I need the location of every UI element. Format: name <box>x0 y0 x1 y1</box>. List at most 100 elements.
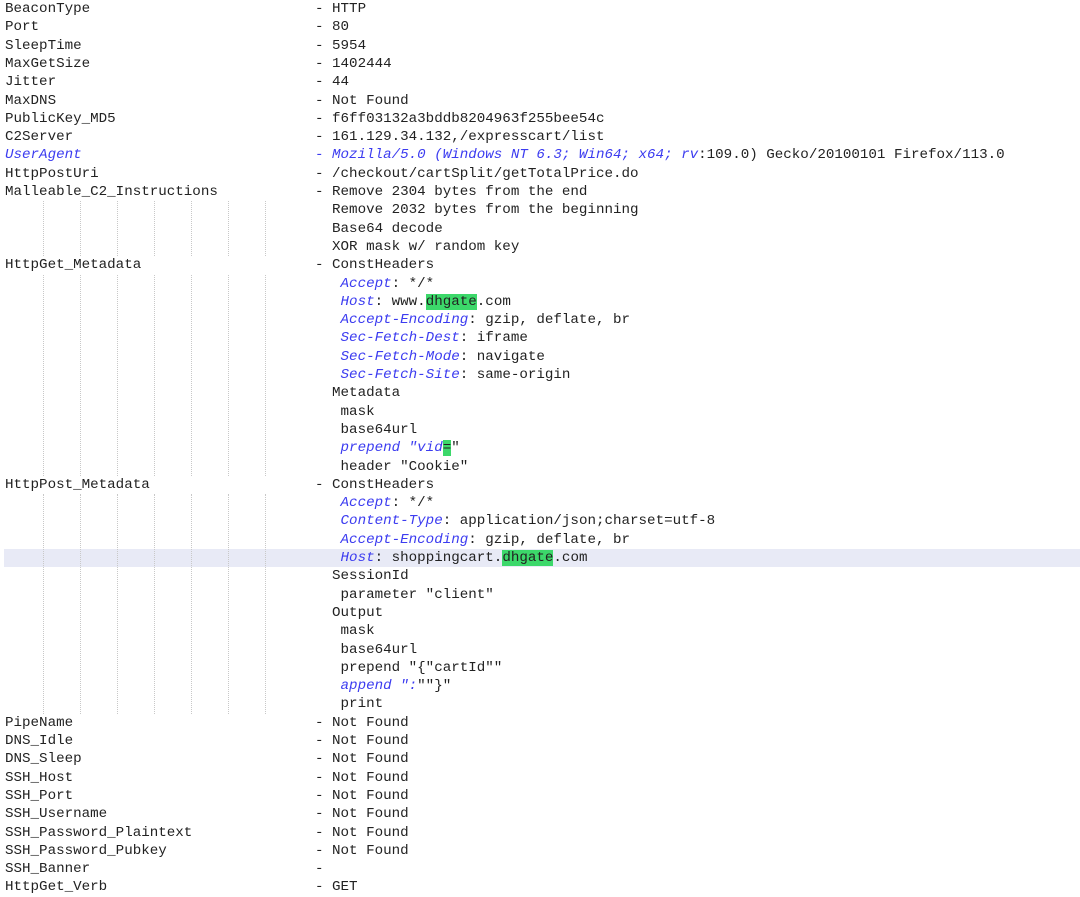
config-key: SSH_Banner <box>5 861 91 878</box>
editor-line[interactable]: mask <box>0 403 1080 421</box>
value-segment: append ": <box>315 678 418 695</box>
value-segment: - Not Found <box>315 714 409 731</box>
editor-line[interactable]: HttpGet_Verb - GET <box>0 878 1080 896</box>
value-segment: SessionId <box>315 568 409 585</box>
editor-line[interactable]: Accept: */* <box>0 494 1080 512</box>
value-segment: print <box>315 696 384 713</box>
value-segment: - HTTP <box>315 1 367 17</box>
editor-line[interactable]: SessionId <box>0 567 1080 585</box>
editor-line[interactable]: append ":""}" <box>0 677 1080 695</box>
value-segment: prepend "{"cartId"" <box>315 659 503 676</box>
editor-line[interactable]: Output <box>0 604 1080 622</box>
editor-line[interactable]: Sec-Fetch-Dest: iframe <box>0 329 1080 347</box>
editor-line[interactable]: base64url <box>0 421 1080 439</box>
value-segment: Output <box>315 604 384 621</box>
value-segment: - f6ff03132a3bddb8204963f255bee54c <box>315 110 605 127</box>
value-segment: : */* <box>391 495 435 512</box>
editor-line[interactable]: SSH_Port - Not Found <box>0 787 1080 805</box>
editor-line[interactable]: PublicKey_MD5 - f6ff03132a3bddb8204963f25… <box>0 110 1080 128</box>
config-value: - Not Found <box>315 805 409 823</box>
value-segment: - Mozilla/5.0 (Windows NT 6.3; Win64; x6… <box>315 147 682 164</box>
editor-line[interactable]: SSH_Password_Plaintext - Not Found <box>0 824 1080 842</box>
editor-line[interactable]: Host: www.dhgate.com <box>0 293 1080 311</box>
editor-line[interactable]: Metadata <box>0 384 1080 402</box>
editor-line[interactable]: XOR mask w/ random key <box>0 238 1080 256</box>
value-segment: - Not Found <box>315 787 409 804</box>
editor-line[interactable]: Content-Type: application/json;charset=u… <box>0 512 1080 530</box>
editor-line[interactable]: SSH_Banner - <box>0 860 1080 878</box>
editor-line[interactable]: HttpGet_Metadata - ConstHeaders <box>0 256 1080 274</box>
indent-guide <box>191 274 192 476</box>
editor-line[interactable]: header "Cookie" <box>0 458 1080 476</box>
editor-line[interactable]: SSH_Username - Not Found <box>0 805 1080 823</box>
config-value: - <box>315 860 324 878</box>
config-key: HttpGet_Verb <box>5 879 108 896</box>
editor-line[interactable]: DNS_Idle - Not Found <box>0 732 1080 750</box>
config-value: - ConstHeaders <box>315 256 434 274</box>
value-segment: : application/json;charset=utf-8 <box>442 513 716 530</box>
editor-line[interactable]: Sec-Fetch-Mode: navigate <box>0 348 1080 366</box>
value-segment: - Not Found <box>315 733 409 749</box>
editor-line[interactable]: Port - 80 <box>0 18 1080 36</box>
editor-line[interactable]: Remove 2032 bytes from the beginning <box>0 201 1080 219</box>
editor-line[interactable]: print <box>0 695 1080 713</box>
value-segment: - ConstHeaders <box>315 257 435 274</box>
editor-line[interactable]: SleepTime - 5954 <box>0 37 1080 55</box>
editor-line[interactable]: SSH_Host - Not Found <box>0 769 1080 787</box>
indent-guide <box>80 201 81 257</box>
editor-line[interactable]: SSH_Password_Pubkey - Not Found <box>0 842 1080 860</box>
indent-guide <box>228 274 229 476</box>
editor-line[interactable]: HttpPost_Metadata - ConstHeaders <box>0 476 1080 494</box>
editor-line[interactable]: Malleable_C2_Instructions - Remove 2304 b… <box>0 183 1080 201</box>
editor-line[interactable]: Accept: */* <box>0 275 1080 293</box>
config-value: - Not Found <box>315 750 409 768</box>
editor-line[interactable]: MaxDNS - Not Found <box>0 92 1080 110</box>
config-key: SleepTime <box>5 37 82 54</box>
editor-line[interactable]: Accept-Encoding: gzip, deflate, br <box>0 311 1080 329</box>
indent-guide <box>117 494 118 714</box>
indent-guide <box>117 274 118 476</box>
text-editor-view[interactable]: BeaconType - HTTP Port - 80 SleepTime - 5954 M… <box>0 0 1080 897</box>
editor-line[interactable]: DNS_Sleep - Not Found <box>0 750 1080 768</box>
config-value: - Mozilla/5.0 (Windows NT 6.3; Win64; x6… <box>315 146 1005 164</box>
editor-line[interactable]: prepend "{"cartId"" <box>0 659 1080 677</box>
value-segment: - /checkout/cartSplit/getTotalPrice.do <box>315 165 639 182</box>
value-segment: XOR mask w/ random key <box>315 238 520 255</box>
value-segment: - 80 <box>315 19 350 36</box>
editor-line[interactable]: C2Server - 161.129.34.132,/expresscart/li… <box>0 128 1080 146</box>
editor-line[interactable]: PipeName - Not Found <box>0 714 1080 732</box>
value-segment: - 161.129.34.132,/expresscart/list <box>315 129 605 146</box>
editor-line[interactable]: UserAgent - Mozilla/5.0 (Windows NT 6.3; … <box>0 146 1080 164</box>
editor-line[interactable]: prepend "vid=" <box>0 439 1080 457</box>
value-segment: - <box>315 861 324 878</box>
editor-line[interactable]: base64url <box>0 641 1080 659</box>
config-value: - Not Found <box>315 732 409 750</box>
editor-line[interactable]: Host: shoppingcart.dhgate.com <box>4 549 1080 568</box>
editor-line[interactable]: Base64 decode <box>0 220 1080 238</box>
config-value: prepend "vid=" <box>315 439 460 457</box>
value-segment: - Not Found <box>315 824 409 841</box>
indent-guide <box>43 274 44 476</box>
value-segment: Sec-Fetch-Site <box>315 367 460 383</box>
value-segment: : gzip, deflate, br <box>468 312 631 329</box>
config-key: MaxDNS <box>5 92 57 109</box>
value-segment: - ConstHeaders <box>315 476 435 493</box>
editor-line[interactable]: mask <box>0 622 1080 640</box>
value-segment: - Not Found <box>315 769 409 786</box>
config-value: Remove 2032 bytes from the beginning <box>315 201 639 219</box>
editor-line[interactable]: Accept-Encoding: gzip, deflate, br <box>0 531 1080 549</box>
editor-line[interactable]: Sec-Fetch-Site: same-origin <box>0 366 1080 384</box>
editor-line[interactable]: MaxGetSize - 1402444 <box>0 55 1080 73</box>
editor-line[interactable]: BeaconType - HTTP <box>0 0 1080 18</box>
indent-guide <box>80 494 81 714</box>
config-value: Host: www.dhgate.com <box>315 293 511 311</box>
config-key: Port <box>5 19 40 36</box>
editor-line[interactable]: parameter "client" <box>0 586 1080 604</box>
value-segment: Accept <box>315 275 392 292</box>
editor-line[interactable]: HttpPostUri - /checkout/cartSplit/getTota… <box>0 165 1080 183</box>
config-value: - Not Found <box>315 92 409 110</box>
config-value: Host: shoppingcart.dhgate.com <box>315 549 587 567</box>
editor-line[interactable]: Jitter - 44 <box>0 73 1080 91</box>
config-key: C2Server <box>5 129 74 146</box>
config-value: - f6ff03132a3bddb8204963f255bee54c <box>315 110 604 128</box>
